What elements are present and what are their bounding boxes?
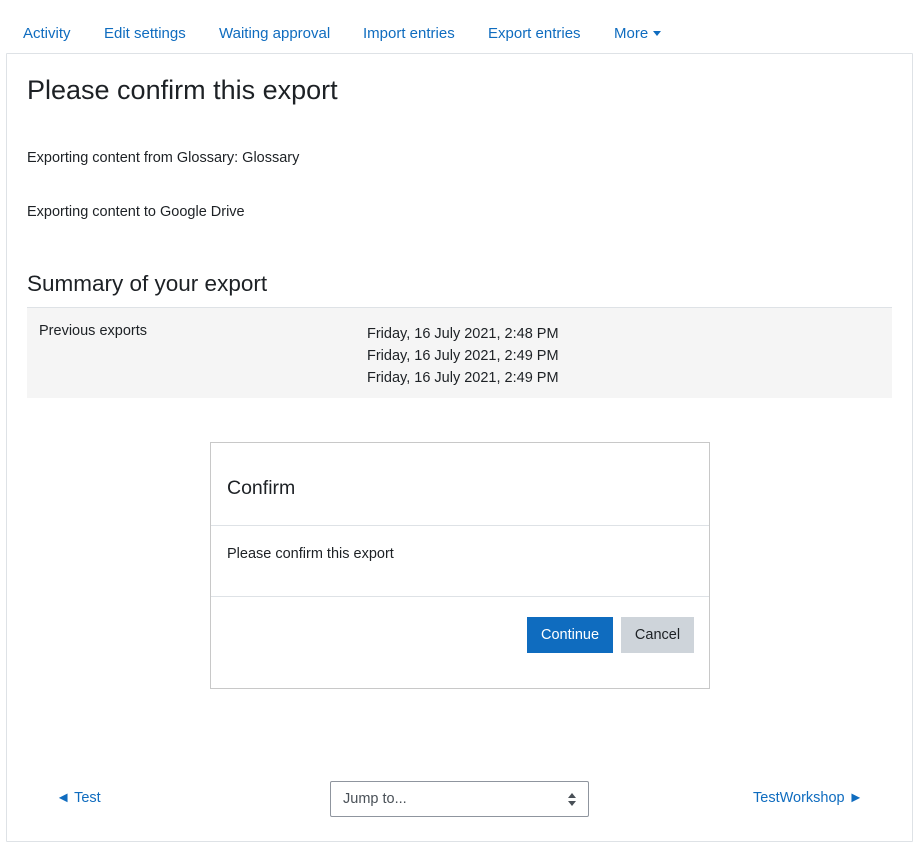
previous-export-item: Friday, 16 July 2021, 2:48 PM: [367, 326, 559, 342]
tab-activity[interactable]: Activity: [23, 25, 71, 42]
tab-edit-settings[interactable]: Edit settings: [104, 25, 186, 42]
previous-export-item: Friday, 16 July 2021, 2:49 PM: [367, 370, 559, 386]
tab-export-entries[interactable]: Export entries: [488, 25, 581, 42]
tab-more[interactable]: More: [614, 25, 662, 42]
secondary-navigation: Activity Edit settings Waiting approval …: [0, 0, 920, 54]
summary-table: Previous exports Friday, 16 July 2021, 2…: [27, 307, 892, 398]
chevron-down-icon: [653, 30, 662, 36]
previous-exports-list: Friday, 16 July 2021, 2:48 PM Friday, 16…: [367, 323, 559, 389]
confirm-dialog-title: Confirm: [227, 477, 296, 499]
previous-activity-link[interactable]: ◄ Test: [56, 790, 101, 806]
cancel-button[interactable]: Cancel: [621, 617, 694, 653]
previous-export-item: Friday, 16 July 2021, 2:49 PM: [367, 348, 559, 364]
tab-waiting-approval[interactable]: Waiting approval: [219, 25, 330, 42]
exporting-to-text: Exporting content to Google Drive: [27, 204, 245, 220]
jump-to-select[interactable]: Jump to...: [330, 781, 589, 817]
confirm-dialog-header: Confirm: [211, 443, 709, 526]
confirm-dialog-message: Please confirm this export: [227, 546, 394, 562]
tab-more-label: More: [614, 25, 649, 42]
next-activity-link[interactable]: TestWorkshop ►: [753, 790, 863, 806]
confirm-dialog-body: Please confirm this export: [211, 526, 709, 597]
summary-heading: Summary of your export: [27, 271, 268, 296]
confirm-dialog: Confirm Please confirm this export Conti…: [210, 442, 710, 689]
jump-to-selected-value: Jump to...: [343, 791, 407, 807]
tab-import-entries[interactable]: Import entries: [363, 25, 455, 42]
previous-exports-label: Previous exports: [39, 323, 147, 339]
select-arrows-icon: [568, 793, 576, 807]
page-title: Please confirm this export: [27, 75, 338, 105]
exporting-from-text: Exporting content from Glossary: Glossar…: [27, 150, 300, 166]
continue-button[interactable]: Continue: [527, 617, 613, 653]
